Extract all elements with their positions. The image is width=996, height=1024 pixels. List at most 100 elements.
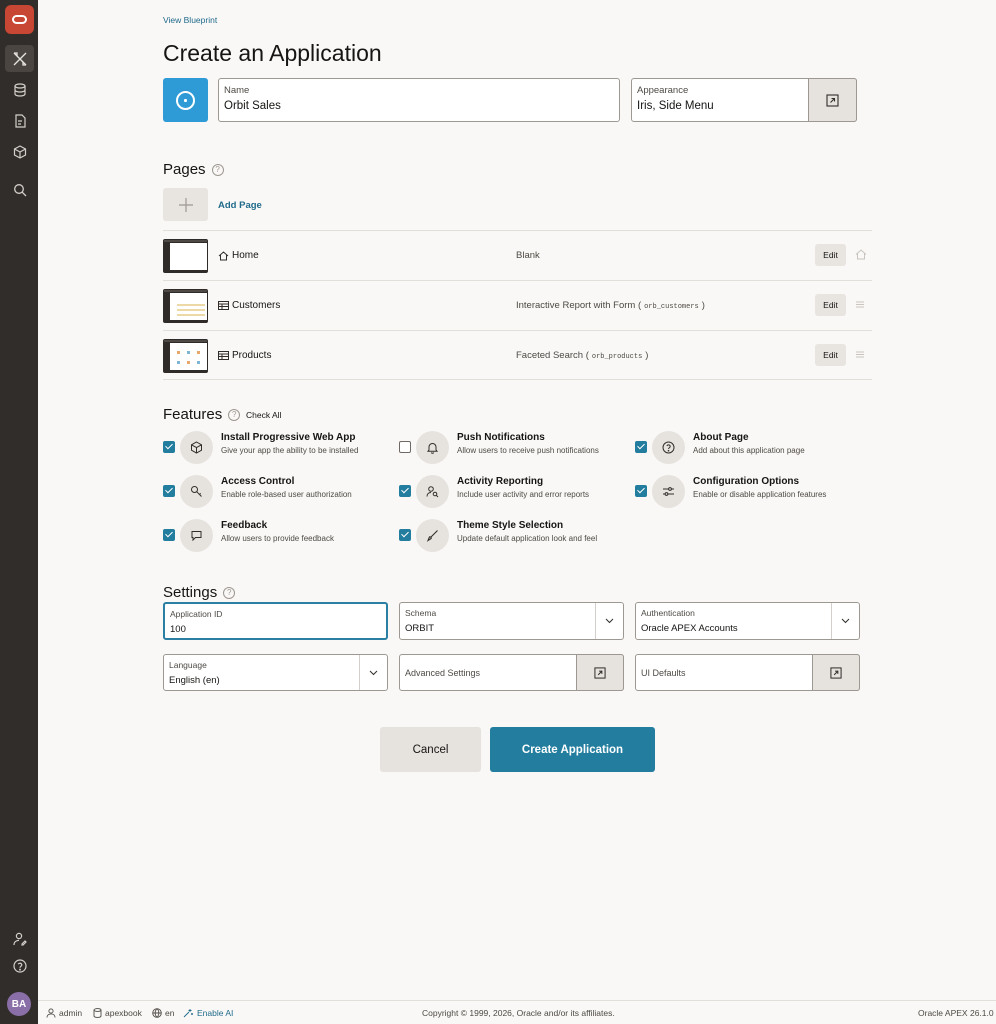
enable-ai-link[interactable]: Enable AI: [183, 1008, 233, 1018]
application-id-value[interactable]: 100: [170, 624, 186, 635]
check-all-link[interactable]: Check All: [246, 410, 281, 420]
user-avatar[interactable]: BA: [7, 992, 31, 1016]
edit-page-button[interactable]: Edit: [815, 344, 846, 366]
home-page-icon[interactable]: [855, 249, 867, 260]
settings-heading: Settings ?: [163, 584, 236, 601]
ui-defaults-field[interactable]: UI Defaults: [635, 654, 860, 691]
user-icon: [46, 1008, 56, 1018]
view-blueprint-link[interactable]: View Blueprint: [163, 15, 217, 25]
brush-icon: [416, 519, 449, 552]
footer-user[interactable]: admin: [46, 1008, 82, 1018]
feature-description: Allow users to receive push notification…: [457, 446, 599, 455]
comment-icon: [180, 519, 213, 552]
feature-checkbox[interactable]: [163, 441, 175, 453]
name-field[interactable]: Name Orbit Sales: [218, 78, 620, 122]
appearance-field[interactable]: Appearance Iris, Side Menu: [631, 78, 857, 122]
status-footer: admin apexbook en Enable AI Copyright © …: [38, 1000, 996, 1024]
cancel-button[interactable]: Cancel: [380, 727, 481, 772]
ui-defaults-open-button[interactable]: [812, 654, 860, 691]
add-page-link[interactable]: Add Page: [218, 200, 262, 211]
page-name: Home: [218, 250, 259, 261]
feature-checkbox[interactable]: [635, 441, 647, 453]
page-name: Products: [218, 350, 271, 361]
feature-configuration-options[interactable]: Configuration Options Enable or disable …: [635, 473, 865, 511]
feature-feedback[interactable]: Feedback Allow users to provide feedback: [163, 517, 393, 555]
appearance-value: Iris, Side Menu: [637, 100, 714, 112]
feature-title: Install Progressive Web App: [221, 432, 356, 443]
settings-help-icon[interactable]: ?: [223, 586, 236, 599]
language-select[interactable]: Language English (en): [163, 654, 388, 691]
create-application-button[interactable]: Create Application: [490, 727, 655, 772]
page-row-home[interactable]: Home Blank Edit: [163, 230, 872, 280]
package-icon[interactable]: [5, 138, 34, 165]
pages-help-icon[interactable]: ?: [211, 163, 224, 176]
side-navigation-rail: BA: [0, 0, 38, 1024]
external-open-icon: [830, 666, 842, 679]
appearance-open-button[interactable]: [808, 78, 857, 122]
schema-value: ORBIT: [405, 623, 435, 634]
feature-description: Add about this application page: [693, 446, 805, 455]
home-icon: [218, 250, 229, 260]
add-page-button[interactable]: [163, 188, 208, 221]
feature-title: Activity Reporting: [457, 476, 544, 487]
drag-handle-icon[interactable]: [855, 299, 865, 309]
app-icon-picker[interactable]: [163, 78, 208, 122]
database-icon: [93, 1008, 102, 1018]
schema-select[interactable]: Schema ORBIT: [399, 602, 624, 640]
main-content: View Blueprint Create an Application Nam…: [38, 0, 996, 1000]
document-edit-icon[interactable]: [5, 107, 34, 134]
plus-icon: [178, 197, 193, 212]
name-value[interactable]: Orbit Sales: [224, 100, 281, 112]
features-help-icon[interactable]: ?: [228, 408, 241, 421]
advanced-settings-field[interactable]: Advanced Settings: [399, 654, 624, 691]
feature-activity-reporting[interactable]: Activity Reporting Include user activity…: [399, 473, 629, 511]
feature-title: Access Control: [221, 476, 295, 487]
advanced-settings-open-button[interactable]: [576, 654, 624, 691]
page-thumbnail: [163, 239, 208, 273]
source-table: orb_products: [591, 353, 643, 361]
user-settings-icon[interactable]: [5, 925, 34, 952]
advanced-settings-label: Advanced Settings: [405, 668, 481, 678]
feature-title: Push Notifications: [457, 432, 545, 443]
edit-page-button[interactable]: Edit: [815, 294, 846, 316]
globe-icon: [152, 1008, 162, 1018]
name-label: Name: [224, 85, 250, 96]
feature-access-control[interactable]: Access Control Enable role-based user au…: [163, 473, 393, 511]
page-thumbnail: [163, 289, 208, 323]
feature-description: Allow users to provide feedback: [221, 534, 334, 543]
feature-checkbox[interactable]: [399, 529, 411, 541]
language-value: English (en): [169, 675, 220, 686]
feature-pwa[interactable]: Install Progressive Web App Give your ap…: [163, 429, 393, 467]
app-builder-icon[interactable]: [5, 45, 34, 72]
footer-language[interactable]: en: [152, 1008, 174, 1018]
features-title: Features: [163, 406, 223, 423]
database-icon[interactable]: [5, 76, 34, 103]
chevron-down-icon[interactable]: [831, 603, 859, 639]
search-icon[interactable]: [5, 176, 34, 203]
drag-handle-icon[interactable]: [855, 349, 865, 359]
source-table: orb_customers: [644, 303, 699, 311]
question-icon: [652, 431, 685, 464]
bell-icon: [416, 431, 449, 464]
feature-checkbox[interactable]: [163, 529, 175, 541]
help-icon[interactable]: [5, 952, 34, 979]
feature-checkbox[interactable]: [399, 441, 411, 453]
footer-workspace[interactable]: apexbook: [93, 1008, 142, 1018]
oracle-logo[interactable]: [5, 5, 34, 34]
feature-theme-style-selection[interactable]: Theme Style Selection Update default app…: [399, 517, 629, 555]
application-id-field[interactable]: Application ID 100: [163, 602, 388, 640]
feature-description: Enable role-based user authorization: [221, 490, 352, 499]
chevron-down-icon[interactable]: [595, 603, 623, 639]
feature-push-notifications[interactable]: Push Notifications Allow users to receiv…: [399, 429, 629, 467]
page-row-products[interactable]: Products Faceted Search (orb_products) E…: [163, 330, 872, 380]
edit-page-button[interactable]: Edit: [815, 244, 846, 266]
external-open-icon: [594, 666, 606, 679]
external-open-icon: [826, 93, 839, 107]
page-row-customers[interactable]: Customers Interactive Report with Form (…: [163, 280, 872, 330]
feature-checkbox[interactable]: [399, 485, 411, 497]
feature-about-page[interactable]: About Page Add about this application pa…: [635, 429, 865, 467]
authentication-select[interactable]: Authentication Oracle APEX Accounts: [635, 602, 860, 640]
feature-checkbox[interactable]: [635, 485, 647, 497]
feature-checkbox[interactable]: [163, 485, 175, 497]
chevron-down-icon[interactable]: [359, 655, 387, 690]
